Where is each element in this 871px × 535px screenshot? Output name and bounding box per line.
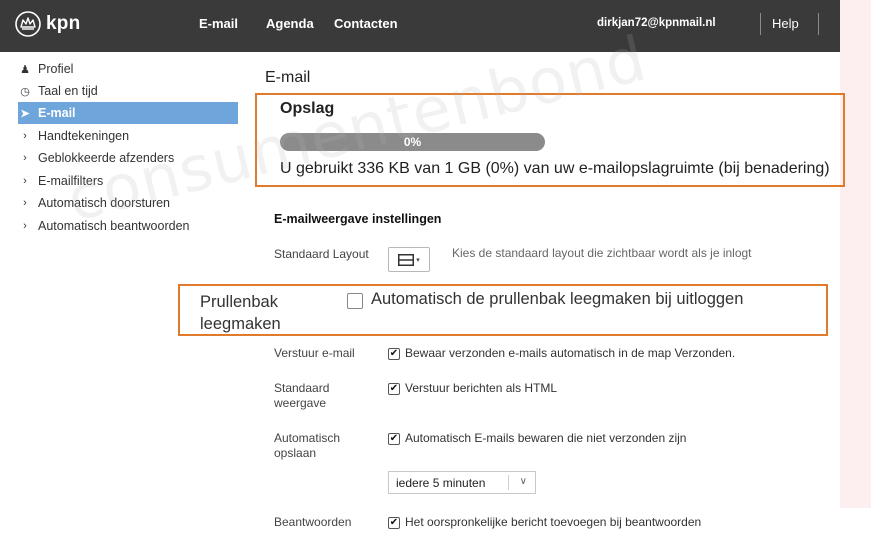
- autosave-interval-select[interactable]: iedere 5 minuten ∨: [388, 471, 536, 494]
- header-divider: [818, 13, 819, 35]
- reply-checkbox-label[interactable]: Het oorspronkelijke bericht toevoegen bi…: [405, 515, 701, 529]
- autosave-interval-value: iedere 5 minuten: [396, 475, 486, 490]
- page-title: E-mail: [265, 69, 311, 86]
- layout-label: Standaard Layout: [274, 247, 369, 261]
- checkmark-icon: ✔: [389, 383, 399, 394]
- send-checkbox-label[interactable]: Bewaar verzonden e-mails automatisch in …: [405, 346, 735, 360]
- nav-contacten[interactable]: Contacten: [334, 16, 398, 31]
- sidebar-item-handtekeningen[interactable]: › Handtekeningen: [18, 125, 238, 147]
- checkmark-icon: ✔: [389, 433, 399, 444]
- settings-sidebar: ♟ Profiel ◷ Taal en tijd ➤ E-mail › Hand…: [0, 52, 245, 508]
- autosave-label: Automatisch opslaan: [274, 431, 341, 460]
- checkmark-icon: ✔: [389, 517, 399, 528]
- help-link[interactable]: Help: [772, 16, 799, 31]
- layout-hint: Kies de standaard layout die zichtbaar w…: [452, 246, 752, 260]
- clock-icon: ◷: [20, 85, 30, 98]
- sidebar-item-label: Geblokkeerde afzenders: [38, 151, 175, 165]
- sidebar-item-label: Taal en tijd: [38, 84, 98, 98]
- user-icon: ♟: [20, 63, 30, 76]
- autosave-checkbox-label[interactable]: Automatisch E-mails bewaren die niet ver…: [405, 431, 686, 445]
- checkmark-icon: ✔: [389, 348, 399, 359]
- sidebar-item-e-mailfilters[interactable]: › E-mailfilters: [18, 170, 238, 192]
- chevron-right-icon: ›: [23, 197, 27, 209]
- view-label: Standaard weergave: [274, 381, 330, 410]
- chevron-right-icon: ›: [23, 130, 27, 142]
- chevron-down-icon: ▾: [416, 256, 420, 264]
- sidebar-item-label: Automatisch doorsturen: [38, 196, 171, 210]
- kpn-crown-icon: [15, 11, 41, 37]
- layout-icon: [398, 253, 415, 266]
- user-email[interactable]: dirkjan72@kpnmail.nl: [597, 17, 716, 29]
- sidebar-item-label: E-mailfilters: [38, 174, 104, 188]
- select-divider: [508, 475, 509, 490]
- sidebar-item-label: Handtekeningen: [38, 129, 130, 143]
- sidebar-item-label: E-mail: [38, 106, 76, 120]
- chevron-right-icon: ›: [23, 152, 27, 164]
- page: kpn E-mail Agenda Contacten dirkjan72@kp…: [0, 0, 871, 535]
- header-divider: [760, 13, 761, 35]
- storage-progress-bar: 0%: [280, 133, 545, 151]
- chevron-right-icon: ›: [23, 220, 27, 232]
- view-checkbox[interactable]: ✔: [388, 383, 400, 395]
- sidebar-item-label: Automatisch beantwoorden: [38, 219, 190, 233]
- layout-select[interactable]: ▾: [388, 247, 430, 272]
- top-bar: kpn E-mail Agenda Contacten dirkjan72@kp…: [0, 0, 840, 52]
- autosave-checkbox[interactable]: ✔: [388, 433, 400, 445]
- reply-label: Beantwoorden: [274, 515, 352, 529]
- storage-title: Opslag: [280, 100, 335, 117]
- trash-label: Prullenbak leegmaken: [200, 293, 281, 333]
- storage-progress-label: 0%: [403, 135, 422, 149]
- chevron-right-icon: ›: [23, 175, 27, 187]
- sidebar-item-label: Profiel: [38, 62, 74, 76]
- send-label: Verstuur e-mail: [274, 346, 355, 360]
- settings-section-title: E-mailweergave instellingen: [274, 212, 442, 226]
- send-checkbox[interactable]: ✔: [388, 348, 400, 360]
- nav-agenda[interactable]: Agenda: [266, 16, 314, 31]
- sidebar-item-automatisch-beantwoorden[interactable]: › Automatisch beantwoorden: [18, 215, 238, 237]
- logo-text: kpn: [46, 13, 81, 34]
- storage-usage-text: U gebruikt 336 KB van 1 GB (0%) van uw e…: [280, 160, 830, 177]
- sidebar-item-email[interactable]: ➤ E-mail: [18, 102, 238, 124]
- sidebar-item-profiel[interactable]: ♟ Profiel: [18, 58, 238, 80]
- trash-checkbox-label[interactable]: Automatisch de prullenbak leegmaken bij …: [371, 290, 743, 309]
- nav-agenda-label[interactable]: Agenda: [266, 16, 314, 31]
- nav-email-label[interactable]: E-mail: [199, 16, 238, 31]
- sidebar-item-geblokkeerde-afzenders[interactable]: › Geblokkeerde afzenders: [18, 147, 238, 169]
- view-checkbox-label[interactable]: Verstuur berichten als HTML: [405, 381, 557, 395]
- trash-checkbox[interactable]: [347, 293, 363, 309]
- sidebar-item-automatisch-doorsturen[interactable]: › Automatisch doorsturen: [18, 192, 238, 214]
- kpn-logo[interactable]: kpn: [14, 10, 80, 38]
- nav-email[interactable]: E-mail: [199, 16, 238, 31]
- chevron-down-icon: ∨: [519, 476, 527, 487]
- sidebar-item-taal-en-tijd[interactable]: ◷ Taal en tijd: [18, 80, 238, 102]
- reply-checkbox[interactable]: ✔: [388, 517, 400, 529]
- send-icon: ➤: [20, 107, 30, 120]
- nav-contacten-label[interactable]: Contacten: [334, 16, 398, 31]
